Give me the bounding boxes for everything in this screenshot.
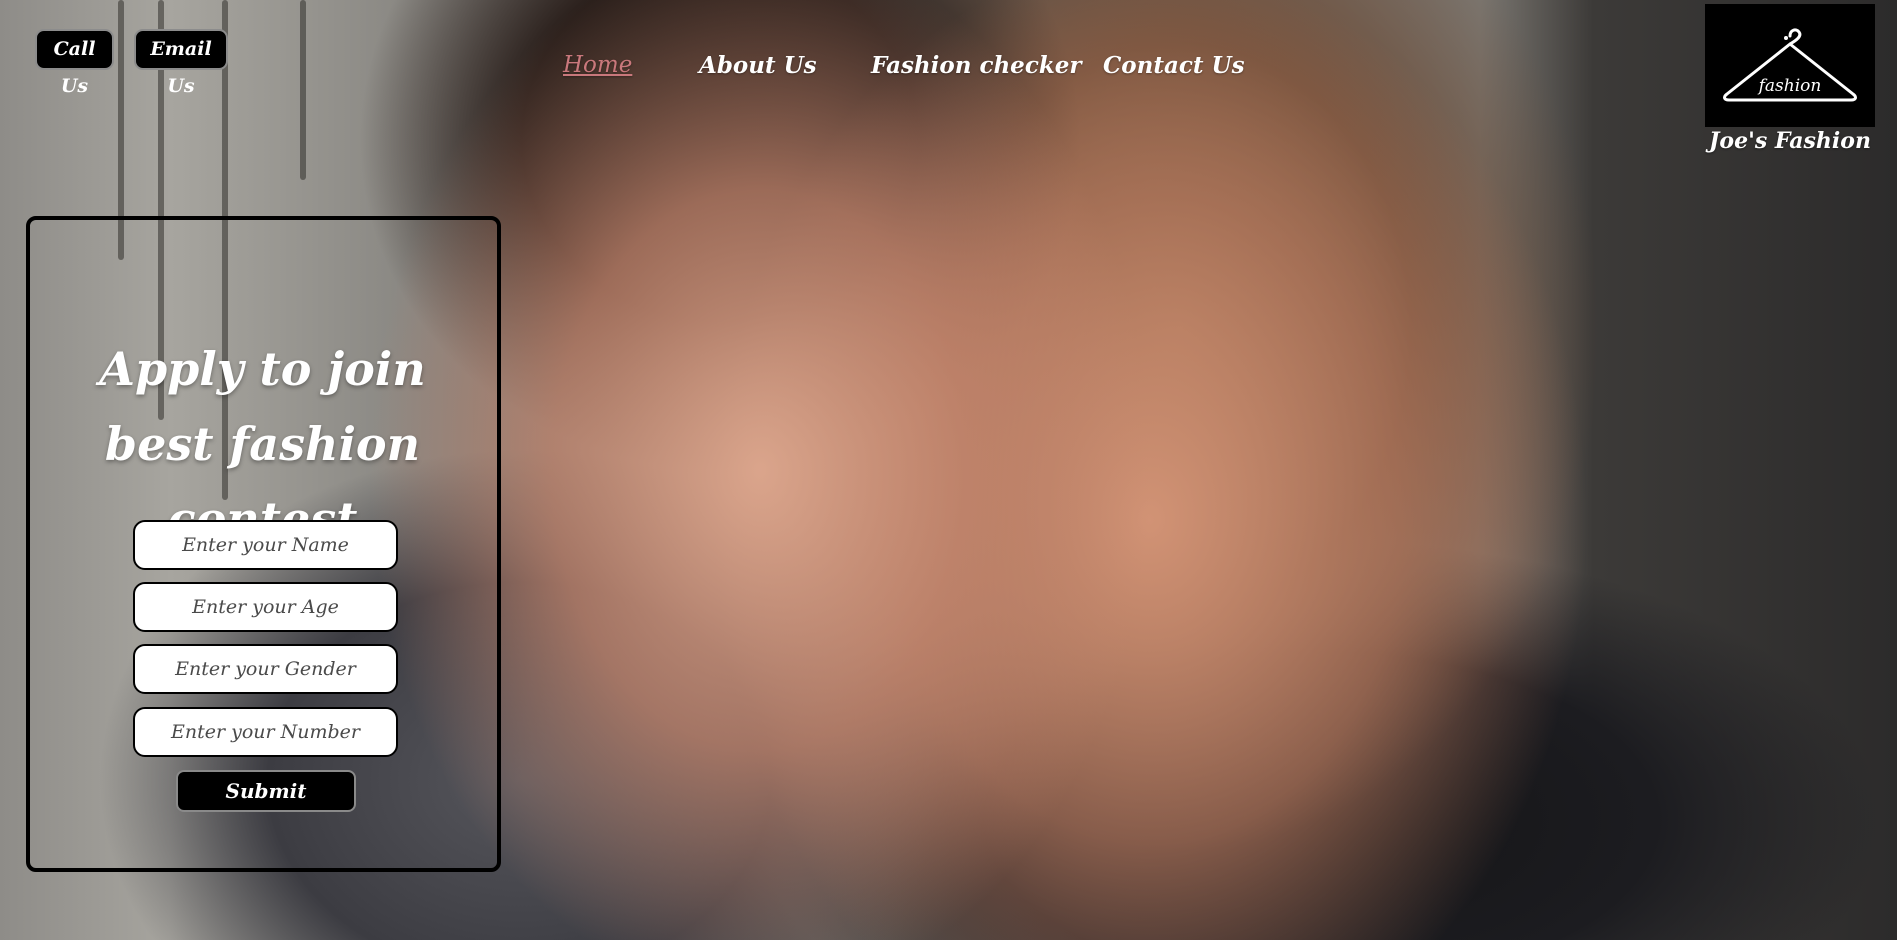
main-nav: Home About Us Fashion checker Contact Us bbox=[0, 52, 1897, 92]
application-form-card: Apply to join best fashion contest Submi… bbox=[26, 216, 501, 872]
hanger-logo-icon: fashion bbox=[1723, 27, 1857, 101]
nav-contact-us[interactable]: Contact Us bbox=[1103, 52, 1245, 79]
age-input[interactable] bbox=[133, 582, 398, 632]
gender-input[interactable] bbox=[133, 644, 398, 694]
nav-home[interactable]: Home bbox=[563, 52, 632, 78]
brand-name: Joe's Fashion bbox=[1709, 128, 1871, 154]
brand-logo[interactable]: fashion bbox=[1705, 4, 1875, 127]
number-input[interactable] bbox=[133, 707, 398, 757]
name-input[interactable] bbox=[133, 520, 398, 570]
nav-fashion-checker[interactable]: Fashion checker bbox=[871, 52, 1082, 79]
submit-button[interactable]: Submit bbox=[176, 770, 356, 812]
nav-about-us[interactable]: About Us bbox=[699, 52, 817, 79]
logo-text: fashion bbox=[1757, 76, 1822, 96]
